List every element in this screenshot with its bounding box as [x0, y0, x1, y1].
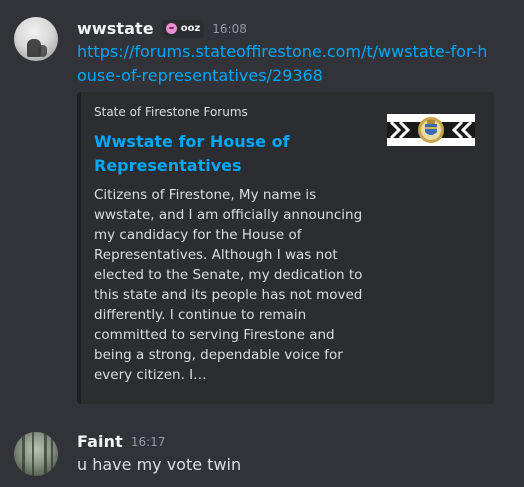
avatar-wwstate[interactable] [14, 17, 58, 61]
message-faint: Faint 16:17 u have my vote twin [0, 420, 524, 487]
server-tag[interactable]: ooz [161, 19, 205, 38]
avatar-tree [32, 432, 34, 476]
avatar-faint[interactable] [14, 432, 58, 476]
message-text: u have my vote twin [77, 455, 242, 474]
avatar-tree [22, 432, 25, 476]
timestamp[interactable]: 16:17 [131, 435, 166, 449]
embed-description: Citizens of Firestone, My name is wwstat… [94, 187, 363, 383]
server-tag-label: ooz [180, 23, 201, 34]
avatar-figure-small [38, 45, 47, 57]
username[interactable]: wwstate [77, 19, 154, 38]
username[interactable]: Faint [77, 432, 123, 451]
avatar-tree [44, 432, 47, 476]
embed-title-link[interactable]: Wwstate for House of Representatives [94, 130, 374, 178]
link-embed: State of Firestone Forums Wwstate for Ho… [77, 92, 494, 404]
embed-provider: State of Firestone Forums [94, 105, 248, 119]
avatar-tree [51, 432, 53, 476]
message-wwstate: wwstate ooz 16:08 https://forums.stateof… [0, 0, 524, 410]
timestamp[interactable]: 16:08 [212, 22, 247, 36]
pink-skull-icon [165, 23, 177, 34]
message-header: Faint 16:17 [77, 432, 165, 451]
message-header: wwstate ooz 16:08 [77, 19, 247, 38]
message-link[interactable]: https://forums.stateoffirestone.com/t/ww… [77, 40, 497, 88]
state-flag-seal-icon[interactable] [387, 114, 475, 146]
